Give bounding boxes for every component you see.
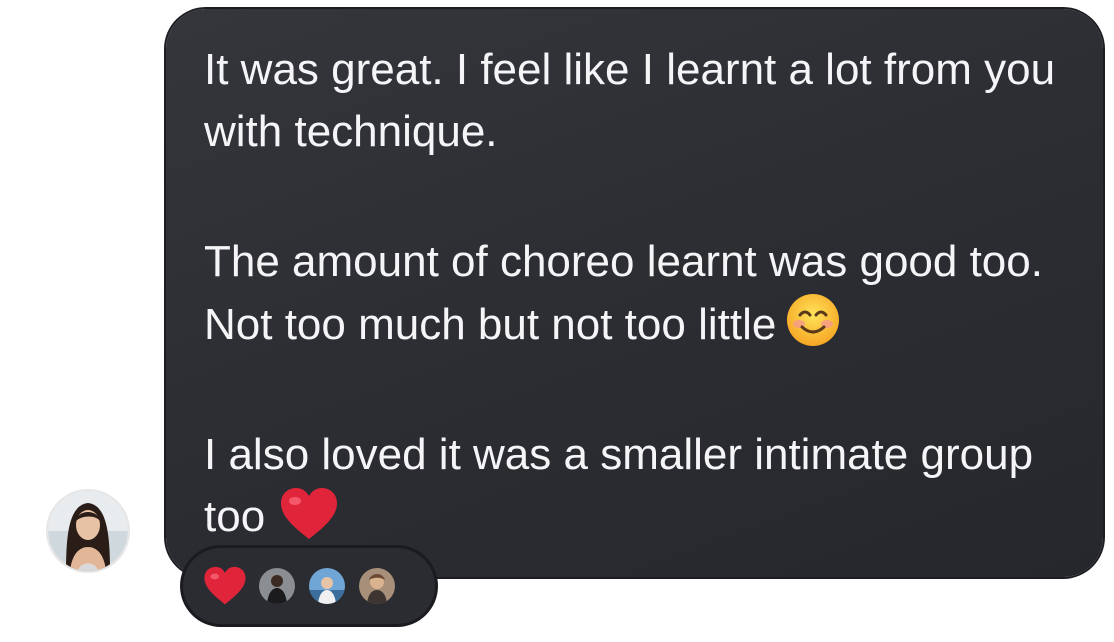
message-paragraph: It was great. I feel like I learnt a lot… [204,39,1084,163]
reactions-pill[interactable] [183,548,435,624]
reactor-avatar[interactable] [307,566,347,606]
message-paragraph-text: The amount of choreo learnt was good too… [204,237,1056,349]
message-paragraph: The amount of choreo learnt was good too… [204,231,1084,356]
message-text: It was great. I feel like I learnt a lot… [204,39,1084,548]
message-paragraph: I also loved it was a smaller intimate g… [204,424,1084,548]
sender-avatar[interactable] [46,489,130,573]
message-bubble[interactable]: It was great. I feel like I learnt a lot… [166,9,1103,577]
message-thread: It was great. I feel like I learnt a lot… [0,0,1114,642]
reactor-avatar[interactable] [357,566,397,606]
smiling-face-emoji-icon [787,294,840,346]
reactor-avatar[interactable] [257,566,297,606]
red-heart-emoji-icon [281,488,338,539]
message-paragraph-text: It was great. I feel like I learnt a lot… [204,45,1068,156]
heart-reaction-icon [204,566,246,605]
